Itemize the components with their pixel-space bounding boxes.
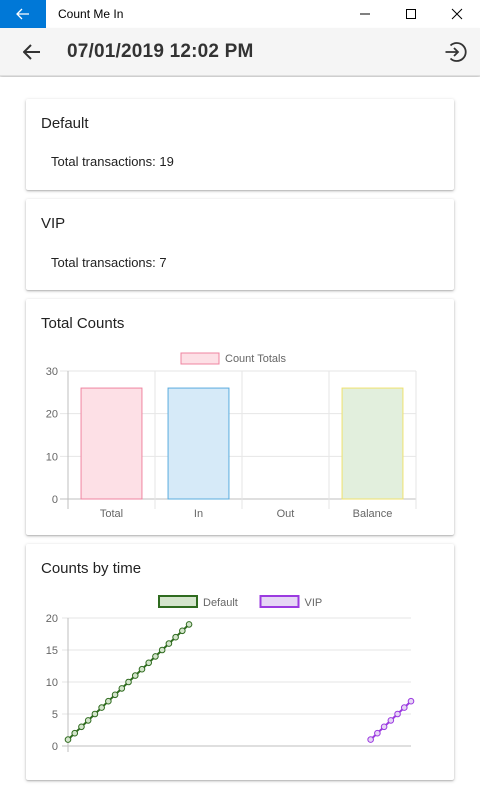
data-point: [118, 685, 126, 692]
data-point: [367, 736, 374, 743]
x-tick-label: Out: [277, 508, 295, 520]
total-counts-chart: Count Totals 0 10 20 30 Total In Out Balance: [46, 352, 417, 520]
data-point: [64, 736, 72, 743]
x-tick-label: Total: [100, 508, 123, 520]
y-tick-label: 10: [46, 677, 58, 689]
summary-card-default: Default Total transactions: 19: [26, 99, 454, 190]
data-point: [374, 729, 381, 737]
data-point: [158, 646, 166, 654]
window-title-bar: Count Me In: [0, 0, 480, 28]
counts-by-time-card: Counts by time Default VIP 0 5 10 15 20: [26, 544, 454, 780]
total-counts-card: Total Counts Count Totals 0 10 20 30 Total In O…: [26, 299, 454, 535]
data-point: [165, 640, 173, 647]
data-point: [91, 710, 99, 718]
data-point: [131, 672, 139, 679]
x-tick-label: Balance: [353, 508, 393, 520]
bar: [167, 387, 230, 500]
data-point: [394, 710, 401, 718]
x-tick-label: In: [194, 508, 203, 520]
maximize-button[interactable]: [388, 0, 434, 28]
data-point: [380, 723, 388, 731]
card-title: VIP: [41, 215, 66, 232]
window-back-button[interactable]: [0, 0, 46, 28]
total-transactions: Total transactions: 19: [51, 154, 174, 169]
legend-swatch: [259, 595, 300, 608]
data-point: [179, 627, 186, 635]
data-point: [125, 678, 132, 686]
data-point: [78, 723, 85, 731]
data-point: [407, 697, 415, 705]
bar: [80, 387, 143, 500]
card-title: Default: [41, 115, 89, 132]
data-point: [111, 691, 119, 699]
back-arrow-icon: [23, 43, 40, 60]
window-title: Count Me In: [58, 7, 124, 21]
main-content: Default Total transactions: 19 VIP Total…: [0, 77, 480, 800]
chart-legend: Default VIP: [158, 595, 323, 609]
logout-icon: [445, 41, 467, 62]
minimize-button[interactable]: [342, 0, 388, 28]
legend-label: Count Totals: [225, 353, 286, 365]
data-point: [387, 717, 395, 724]
minimize-icon: [360, 13, 370, 15]
data-point: [145, 659, 153, 667]
close-icon: [451, 8, 463, 20]
close-button[interactable]: [434, 0, 480, 28]
data-point: [400, 704, 408, 711]
back-arrow-icon: [16, 8, 29, 20]
data-point: [185, 621, 193, 628]
y-tick-label: 20: [46, 613, 58, 625]
data-point: [152, 653, 159, 660]
app-header: 07/01/2019 12:02 PM: [0, 28, 480, 76]
chart-legend: Count Totals: [180, 352, 286, 365]
y-tick-label: 30: [46, 366, 58, 378]
page-title: 07/01/2019 12:02 PM: [67, 40, 254, 62]
data-point: [172, 633, 179, 641]
logout-button[interactable]: [440, 37, 470, 67]
legend-label: Default: [203, 597, 238, 609]
data-point: [84, 717, 92, 724]
legend-swatch: [180, 352, 220, 365]
data-point: [105, 697, 112, 705]
legend-label: VIP: [305, 597, 323, 609]
summary-card-vip: VIP Total transactions: 7: [26, 199, 454, 290]
y-tick-label: 0: [52, 494, 58, 506]
bar: [341, 387, 404, 500]
y-tick-label: 10: [46, 451, 58, 463]
data-point: [71, 729, 79, 737]
y-tick-label: 5: [52, 709, 58, 721]
data-point: [98, 704, 105, 711]
maximize-icon: [406, 9, 416, 19]
total-transactions: Total transactions: 7: [51, 255, 167, 270]
legend-swatch: [158, 595, 198, 608]
y-tick-label: 0: [52, 741, 58, 753]
data-point: [138, 665, 146, 673]
counts-by-time-chart: Default VIP 0 5 10 15 20: [46, 595, 415, 753]
y-tick-label: 15: [46, 645, 58, 657]
back-button[interactable]: [17, 37, 47, 67]
y-tick-label: 20: [46, 409, 58, 421]
